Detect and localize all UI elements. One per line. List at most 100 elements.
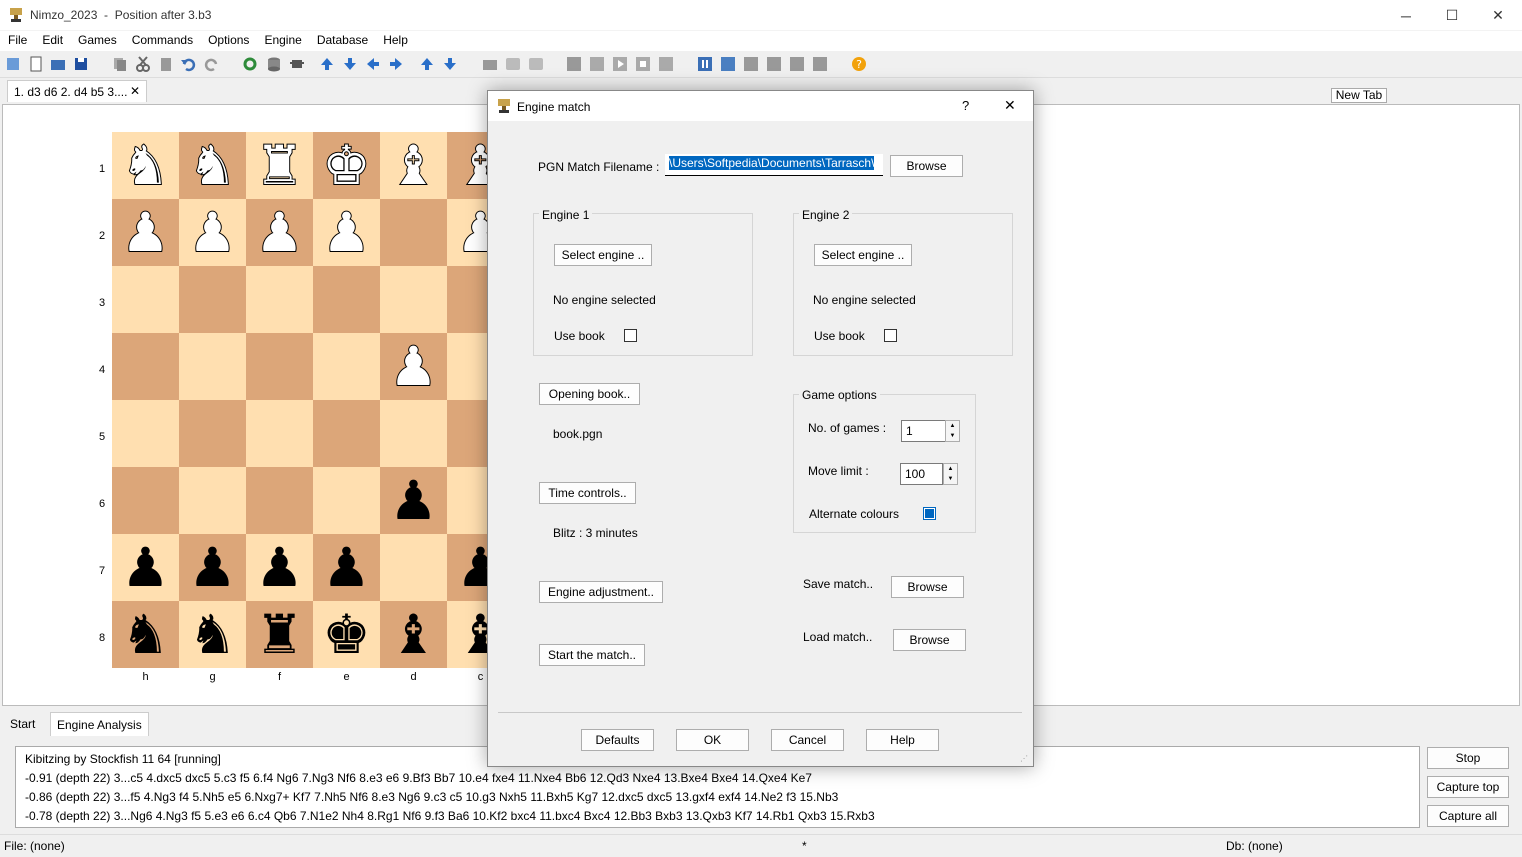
help-button[interactable]: Help [866,729,939,751]
white-bishop-piece[interactable]: ♝ [388,138,438,194]
tab-close-icon[interactable]: ✕ [130,84,140,98]
help-icon[interactable]: ? [851,56,867,72]
open-database-icon[interactable] [5,56,21,72]
square-f2[interactable]: ♟ [246,199,313,266]
white-king-piece[interactable]: ♚ [321,138,371,194]
square-e7[interactable]: ♟ [313,534,380,601]
menu-database[interactable]: Database [309,31,375,51]
square-g4[interactable] [179,333,246,400]
refresh-icon[interactable] [242,56,258,72]
square-e1[interactable]: ♚ [313,132,380,199]
square-h4[interactable] [112,333,179,400]
square-f7[interactable]: ♟ [246,534,313,601]
square-h7[interactable]: ♟ [112,534,179,601]
engine-photo-icon[interactable] [720,56,736,72]
analysis-line-1[interactable]: -0.91 (depth 22) 3...c5 4.dxc5 dxc5 5.c3… [25,771,812,785]
games-count-input[interactable]: 1 [901,420,946,442]
undo-icon[interactable] [180,56,196,72]
black-knight-piece[interactable]: ♞ [121,608,169,662]
tab-engine-analysis[interactable]: Engine Analysis [50,712,149,736]
paste-icon[interactable] [158,56,174,72]
alternate-colours-checkbox[interactable] [923,507,936,520]
dialog-help-mark[interactable]: ? [962,98,969,113]
tab-start[interactable]: Start [4,712,41,736]
save-icon[interactable] [73,56,89,72]
new-file-icon[interactable] [28,56,44,72]
white-rook-piece[interactable]: ♜ [254,138,304,194]
white-pawn-piece[interactable]: ♟ [254,205,304,261]
analysis-line-2[interactable]: -0.86 (depth 22) 3...f5 4.Ng3 f4 5.Nh5 e… [25,790,838,804]
square-d2[interactable] [380,199,447,266]
pause-icon[interactable] [697,56,713,72]
square-e8[interactable]: ♚ [313,601,380,668]
square-g5[interactable] [179,400,246,467]
arrow-down-icon[interactable] [342,56,358,72]
arrow-up-icon[interactable] [319,56,335,72]
menu-file[interactable]: File [0,31,34,51]
square-d3[interactable] [380,266,447,333]
white-pawn-piece[interactable]: ♟ [321,205,371,261]
menu-engine[interactable]: Engine [256,31,308,51]
time-controls-button[interactable]: Time controls.. [539,482,636,504]
square-d5[interactable] [380,400,447,467]
black-bishop-piece[interactable]: ♝ [389,608,437,662]
square-e5[interactable] [313,400,380,467]
gray-square-3-icon[interactable] [812,56,828,72]
square-e3[interactable] [313,266,380,333]
square-g2[interactable]: ♟ [179,199,246,266]
opening-book-button[interactable]: Opening book.. [539,383,640,405]
square-d8[interactable]: ♝ [380,601,447,668]
square-f1[interactable]: ♜ [246,132,313,199]
gray-square-2-icon[interactable] [766,56,782,72]
games-count-spinner[interactable]: ▲ ▼ [945,420,960,442]
engine-adjustment-button[interactable]: Engine adjustment.. [539,581,663,603]
cut-icon[interactable] [135,56,151,72]
minimize-button[interactable]: ─ [1383,0,1429,31]
capture-top-button[interactable]: Capture top [1427,776,1509,798]
square-f8[interactable]: ♜ [246,601,313,668]
square-d4[interactable]: ♟ [380,333,447,400]
resize-grip-icon[interactable]: ⋰ [1020,754,1028,763]
new-tab-button[interactable]: New Tab [1331,88,1387,103]
square-e2[interactable]: ♟ [313,199,380,266]
square-f6[interactable] [246,467,313,534]
gray-list-icon[interactable] [789,56,805,72]
square-h8[interactable]: ♞ [112,601,179,668]
black-pawn-piece[interactable]: ♟ [255,541,303,595]
move-down-icon[interactable] [442,56,458,72]
white-pawn-piece[interactable]: ♟ [120,205,170,261]
square-h1[interactable]: ♞ [112,132,179,199]
square-g8[interactable]: ♞ [179,601,246,668]
black-knight-piece[interactable]: ♞ [188,608,236,662]
load-match-browse-button[interactable]: Browse [893,629,966,651]
black-rook-piece[interactable]: ♜ [255,608,303,662]
maximize-button[interactable]: ☐ [1429,0,1475,31]
tray-down-icon[interactable] [528,56,544,72]
engine-bug-icon[interactable] [289,56,305,72]
move-limit-spinner[interactable]: ▲ ▼ [943,463,958,485]
square-g1[interactable]: ♞ [179,132,246,199]
white-knight-piece[interactable]: ♞ [187,138,237,194]
black-pawn-piece[interactable]: ♟ [188,541,236,595]
database-icon[interactable] [266,56,282,72]
square-icon[interactable] [566,56,582,72]
square-g6[interactable] [179,467,246,534]
menu-options[interactable]: Options [200,31,256,51]
capture-all-button[interactable]: Capture all [1427,805,1509,827]
engine1-use-book-checkbox[interactable] [624,329,637,342]
square-h6[interactable] [112,467,179,534]
menu-help[interactable]: Help [375,31,415,51]
redo-icon[interactable] [204,56,220,72]
arrow-left-icon[interactable] [365,56,381,72]
black-pawn-piece[interactable]: ♟ [121,541,169,595]
tab-game[interactable]: 1. d3 d6 2. d4 b5 3.... ✕ [7,80,147,102]
engine1-select-button[interactable]: Select engine .. [554,244,652,266]
pgn-filename-input[interactable]: \Users\Softpedia\Documents\Tarrasch\ [665,154,883,176]
close-window-button[interactable]: ✕ [1475,0,1521,31]
menu-edit[interactable]: Edit [34,31,70,51]
square-e4[interactable] [313,333,380,400]
stop-button[interactable]: Stop [1427,747,1509,769]
white-pawn-piece[interactable]: ♟ [388,339,438,395]
menu-commands[interactable]: Commands [124,31,200,51]
dialog-close-icon[interactable]: ✕ [1004,97,1016,114]
